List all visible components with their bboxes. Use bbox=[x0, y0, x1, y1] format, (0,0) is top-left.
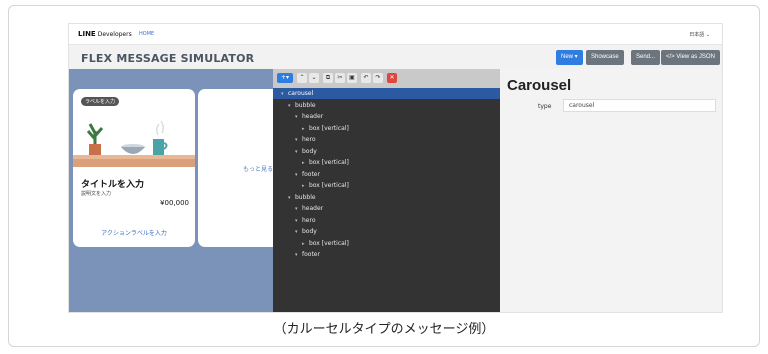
tree-node-label: header bbox=[302, 113, 324, 120]
structure-tree-panel: +▾ ⌃ ⌄ ⧉ ✂ ▣ ↶ ↷ ✕ ▾ carousel ▾ bubble ▾ head… bbox=[273, 69, 500, 312]
title-bar: FLEX MESSAGE SIMULATOR New ▾ Showcase Se… bbox=[69, 44, 722, 69]
preview-pane: ラベルを入力 タイトルを入力 説明文を入力 ¥00,000 アクションラベルを入… bbox=[69, 69, 288, 312]
page-title: FLEX MESSAGE SIMULATOR bbox=[81, 52, 255, 65]
cut-icon[interactable]: ✂ bbox=[335, 73, 345, 83]
tree-node[interactable]: ▾ body bbox=[273, 146, 500, 157]
tree-toolbar: +▾ ⌃ ⌄ ⧉ ✂ ▣ ↶ ↷ ✕ bbox=[273, 69, 500, 88]
card-title: タイトルを入力 bbox=[81, 180, 145, 190]
card-description: 説明文を入力 bbox=[81, 191, 112, 197]
caret-down-icon[interactable]: ▾ bbox=[281, 89, 288, 100]
tree-node-label: hero bbox=[302, 216, 316, 224]
tree-node[interactable]: ▾ bubble bbox=[273, 192, 500, 203]
simulator-window: LINE Developers HOME 日本語 ⌄ FLEX MESSAGE S… bbox=[68, 23, 723, 313]
copy-icon[interactable]: ⧉ bbox=[323, 73, 333, 83]
tree-node-label: carousel bbox=[288, 90, 314, 97]
redo-icon[interactable]: ↷ bbox=[373, 73, 383, 83]
caret-down-icon[interactable]: ▾ bbox=[295, 204, 302, 215]
paste-icon[interactable]: ▣ bbox=[347, 73, 357, 83]
card-price: ¥00,000 bbox=[160, 199, 189, 207]
tree-node[interactable]: ▾ header bbox=[273, 111, 500, 122]
caret-down-icon[interactable]: ▾ bbox=[295, 147, 302, 158]
tree-node[interactable]: ▾ header bbox=[273, 203, 500, 214]
action-button[interactable]: アクションラベルを入力 bbox=[73, 228, 195, 237]
properties-panel: Carousel type carousel bbox=[500, 69, 722, 312]
tree-node-label: box [vertical] bbox=[309, 239, 349, 247]
delete-icon[interactable]: ✕ bbox=[387, 73, 397, 83]
label-badge: ラベルを入力 bbox=[81, 97, 120, 106]
caret-down-icon[interactable]: ▾ bbox=[295, 216, 302, 227]
send-button[interactable]: Send... bbox=[631, 50, 661, 65]
caret-down-icon[interactable]: ▾ bbox=[295, 112, 302, 123]
tree-node[interactable]: ▾ bubble bbox=[273, 100, 500, 111]
brand-name: LINE bbox=[78, 30, 96, 38]
undo-icon[interactable]: ↶ bbox=[361, 73, 371, 83]
tree-node-label: bubble bbox=[295, 193, 316, 201]
new-button[interactable]: New ▾ bbox=[556, 50, 583, 65]
tree-node[interactable]: ▾ hero bbox=[273, 134, 500, 145]
type-label: type bbox=[538, 103, 552, 110]
tree-node[interactable]: ▾ carousel bbox=[273, 88, 500, 99]
figure-caption: （カルーセルタイプのメッセージ例） bbox=[273, 322, 495, 337]
view-json-button[interactable]: </> View as JSON bbox=[661, 50, 720, 65]
tree-node[interactable]: ▸ box [vertical] bbox=[273, 123, 500, 134]
showcase-button[interactable]: Showcase bbox=[586, 50, 624, 65]
move-down-icon[interactable]: ⌄ bbox=[309, 73, 319, 83]
add-node-button[interactable]: +▾ bbox=[277, 73, 293, 83]
tree-node-label: box [vertical] bbox=[309, 159, 349, 166]
caret-down-icon[interactable]: ▾ bbox=[295, 135, 302, 146]
tree-node-label: hero bbox=[302, 136, 316, 143]
tree-node-label: box [vertical] bbox=[309, 124, 349, 132]
caret-down-icon[interactable]: ▾ bbox=[295, 227, 302, 238]
properties-title: Carousel bbox=[507, 77, 572, 94]
tree-node-label: body bbox=[302, 228, 317, 235]
tree-node-label: body bbox=[302, 147, 317, 155]
home-link[interactable]: HOME bbox=[139, 31, 154, 37]
tree-node-label: footer bbox=[302, 170, 320, 178]
brand-logo[interactable]: LINE Developers bbox=[78, 30, 132, 38]
tree-node-label: bubble bbox=[295, 101, 316, 109]
tree-node[interactable]: ▾ body bbox=[273, 226, 500, 237]
caret-down-icon[interactable]: ▾ bbox=[288, 101, 295, 112]
type-field[interactable]: carousel bbox=[563, 99, 716, 112]
caret-down-icon[interactable]: ▾ bbox=[288, 193, 295, 204]
tree-node-label: header bbox=[302, 205, 324, 212]
tree-node[interactable]: ▸ box [vertical] bbox=[273, 180, 500, 191]
brand-sub: Developers bbox=[97, 31, 132, 38]
tree-node-label: footer bbox=[302, 251, 320, 258]
caret-right-icon[interactable]: ▸ bbox=[302, 158, 309, 169]
caret-right-icon[interactable]: ▸ bbox=[302, 124, 309, 135]
caret-down-icon[interactable]: ▾ bbox=[295, 170, 302, 181]
caret-down-icon[interactable]: ▾ bbox=[295, 250, 302, 261]
see-more-link[interactable]: もっと見る bbox=[243, 164, 273, 173]
tree-node[interactable]: ▾ footer bbox=[273, 249, 500, 260]
tree-node[interactable]: ▸ box [vertical] bbox=[273, 157, 500, 168]
tree-node[interactable]: ▾ hero bbox=[273, 215, 500, 226]
bubble-card[interactable]: ラベルを入力 タイトルを入力 説明文を入力 ¥00,000 アクションラベルを入… bbox=[73, 89, 195, 247]
caret-right-icon[interactable]: ▸ bbox=[302, 239, 309, 250]
tree-node[interactable]: ▾ footer bbox=[273, 169, 500, 180]
move-up-icon[interactable]: ⌃ bbox=[297, 73, 307, 83]
tree-node[interactable]: ▸ box [vertical] bbox=[273, 238, 500, 249]
tree-node-label: box [vertical] bbox=[309, 182, 349, 189]
caret-right-icon[interactable]: ▸ bbox=[302, 181, 309, 192]
top-nav: LINE Developers HOME 日本語 ⌄ bbox=[69, 24, 722, 44]
hero-image bbox=[73, 120, 195, 167]
language-select[interactable]: 日本語 ⌄ bbox=[689, 31, 710, 38]
